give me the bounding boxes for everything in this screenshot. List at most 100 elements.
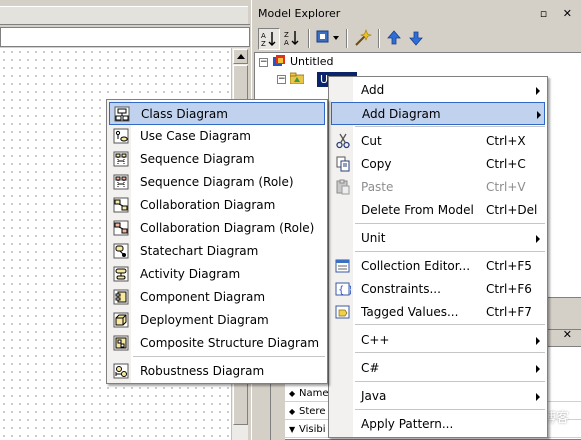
menu-item-label: Java bbox=[361, 389, 387, 403]
menu-item-shortcut: Ctrl+F5 bbox=[486, 259, 532, 273]
menu-item-add-diagram[interactable]: Add Diagram bbox=[331, 102, 545, 125]
collaboration-role-diagram-icon bbox=[113, 220, 129, 236]
menu-item-label: Copy bbox=[361, 157, 392, 171]
scroll-up-arrow-icon[interactable] bbox=[233, 49, 248, 64]
menu-item-c[interactable]: C# bbox=[331, 357, 545, 380]
menu-item-c[interactable]: C++ bbox=[331, 329, 545, 352]
move-up-icon[interactable] bbox=[384, 28, 406, 50]
menu-item-delete-from-model[interactable]: Delete From Model Ctrl+Del bbox=[331, 199, 545, 222]
context-menu: Add Add Diagram Cut Ctrl+X Copy Ctrl+C Paste Ct… bbox=[328, 76, 548, 438]
menu-item-label: Tagged Values... bbox=[361, 305, 459, 319]
menu-item-use-case-diagram[interactable]: Use Case Diagram bbox=[109, 125, 325, 148]
collapse-icon[interactable]: − bbox=[259, 58, 268, 67]
menu-item-shortcut: Ctrl+X bbox=[486, 134, 526, 148]
filter-dropdown-icon[interactable] bbox=[314, 28, 344, 50]
menu-item-label: Sequence Diagram (Role) bbox=[140, 175, 294, 189]
menu-item-label: C# bbox=[361, 361, 380, 375]
menu-item-label: Collection Editor... bbox=[361, 259, 471, 273]
collapse-icon[interactable]: − bbox=[277, 75, 286, 84]
tree-root-label: Untitled bbox=[290, 55, 334, 68]
menu-item-shortcut: Ctrl+Del bbox=[486, 203, 538, 217]
menu-item-sequence-diagram[interactable]: Sequence Diagram bbox=[109, 148, 325, 171]
tagged-values-icon bbox=[335, 304, 351, 320]
menu-item-label: Composite Structure Diagram bbox=[140, 336, 320, 350]
submenu-arrow-icon bbox=[536, 393, 540, 401]
diagram-tab-bar bbox=[0, 0, 250, 25]
menu-item-class-diagram[interactable]: Class Diagram bbox=[109, 102, 325, 125]
menu-item-add[interactable]: Add bbox=[331, 79, 545, 102]
activity-diagram-icon bbox=[113, 266, 129, 282]
collection-editor-icon bbox=[335, 258, 351, 274]
menu-item-java[interactable]: Java bbox=[331, 385, 545, 408]
submenu-arrow-icon bbox=[536, 337, 540, 345]
menu-item-component-diagram[interactable]: Component Diagram bbox=[109, 286, 325, 309]
submenu-arrow-icon bbox=[536, 365, 540, 373]
menu-item-composite-structure-diagram[interactable]: Composite Structure Diagram bbox=[109, 332, 325, 355]
add-diagram-submenu: Class Diagram Use Case Diagram Sequence Di… bbox=[106, 99, 328, 384]
sequence-diagram-icon bbox=[113, 151, 129, 167]
diagram-tab-strip[interactable] bbox=[0, 27, 250, 47]
menu-item-copy[interactable]: Copy Ctrl+C bbox=[331, 153, 545, 176]
menu-item-label: Activity Diagram bbox=[140, 267, 241, 281]
menu-item-cut[interactable]: Cut Ctrl+X bbox=[331, 130, 545, 153]
toolbar-separator bbox=[378, 29, 380, 48]
submenu-arrow-icon bbox=[536, 87, 540, 95]
diamond-icon: ◆ bbox=[289, 389, 296, 398]
project-icon bbox=[272, 55, 286, 67]
menu-item-robustness-diagram[interactable]: Robustness Diagram bbox=[109, 360, 325, 383]
menu-item-collaboration-diagram[interactable]: Collaboration Diagram bbox=[109, 194, 325, 217]
menu-item-label: Sequence Diagram bbox=[140, 152, 255, 166]
move-down-icon[interactable] bbox=[406, 28, 428, 50]
tree-node-root[interactable]: − Untitled bbox=[259, 54, 334, 70]
paste-icon bbox=[335, 179, 351, 195]
menu-item-shortcut: Ctrl+F7 bbox=[486, 305, 532, 319]
menu-item-tagged-values[interactable]: Tagged Values... Ctrl+F7 bbox=[331, 301, 545, 324]
menu-item-collaboration-diagram-role[interactable]: Collaboration Diagram (Role) bbox=[109, 217, 325, 240]
class-diagram-icon bbox=[114, 106, 130, 122]
menu-item-activity-diagram[interactable]: Activity Diagram bbox=[109, 263, 325, 286]
menu-item-label: Delete From Model bbox=[361, 203, 474, 217]
menu-separator bbox=[355, 409, 545, 410]
menu-item-label: Use Case Diagram bbox=[140, 129, 251, 143]
sequence-role-diagram-icon bbox=[113, 174, 129, 190]
composite-structure-diagram-icon bbox=[113, 335, 129, 351]
menu-separator bbox=[355, 324, 545, 325]
copy-icon bbox=[335, 156, 351, 172]
menu-item-label: Class Diagram bbox=[141, 107, 228, 121]
menu-separator bbox=[133, 356, 325, 357]
menu-item-shortcut: Ctrl+F6 bbox=[486, 282, 532, 296]
menu-item-collection-editor[interactable]: Collection Editor... Ctrl+F5 bbox=[331, 255, 545, 278]
menu-item-shortcut: Ctrl+V bbox=[486, 180, 526, 194]
toolbar-separator bbox=[308, 29, 310, 48]
model-explorer-titlebar: Model Explorer ▫ ✕ bbox=[254, 4, 581, 24]
svg-text:Z: Z bbox=[261, 40, 266, 48]
menu-item-label: Add Diagram bbox=[362, 107, 441, 121]
menu-item-label: Constraints... bbox=[361, 282, 441, 296]
menu-item-paste: Paste Ctrl+V bbox=[331, 176, 545, 199]
menu-item-statechart-diagram[interactable]: Statechart Diagram bbox=[109, 240, 325, 263]
submenu-arrow-icon bbox=[536, 235, 540, 243]
deployment-diagram-icon bbox=[113, 312, 129, 328]
menu-item-unit[interactable]: Unit bbox=[331, 227, 545, 250]
model-explorer-toolbar: AZ ZA bbox=[254, 26, 581, 52]
tree-node-model[interactable]: − bbox=[277, 71, 308, 87]
sort-type-icon[interactable]: ZA bbox=[282, 28, 304, 50]
constraints-icon: { } bbox=[335, 281, 351, 297]
menu-separator bbox=[355, 126, 545, 127]
svg-text:A: A bbox=[284, 39, 289, 47]
menu-item-constraints[interactable]: { } Constraints... Ctrl+F6 bbox=[331, 278, 545, 301]
statechart-diagram-icon bbox=[113, 243, 129, 259]
menu-item-apply-pattern[interactable]: Apply Pattern... bbox=[331, 413, 545, 436]
menu-item-label: Apply Pattern... bbox=[361, 417, 454, 431]
menu-item-label: Add bbox=[361, 83, 385, 97]
menu-item-label: Statechart Diagram bbox=[140, 244, 259, 258]
use-case-diagram-icon bbox=[113, 128, 129, 144]
wand-icon[interactable] bbox=[352, 28, 374, 50]
menu-item-sequence-diagram-role[interactable]: Sequence Diagram (Role) bbox=[109, 171, 325, 194]
panel-window-buttons[interactable]: ▫ ✕ bbox=[540, 7, 578, 20]
menu-item-deployment-diagram[interactable]: Deployment Diagram bbox=[109, 309, 325, 332]
menu-separator bbox=[355, 223, 545, 224]
sort-alpha-icon[interactable]: AZ bbox=[258, 28, 280, 50]
svg-text:Z: Z bbox=[284, 31, 289, 39]
menu-separator bbox=[355, 352, 545, 353]
